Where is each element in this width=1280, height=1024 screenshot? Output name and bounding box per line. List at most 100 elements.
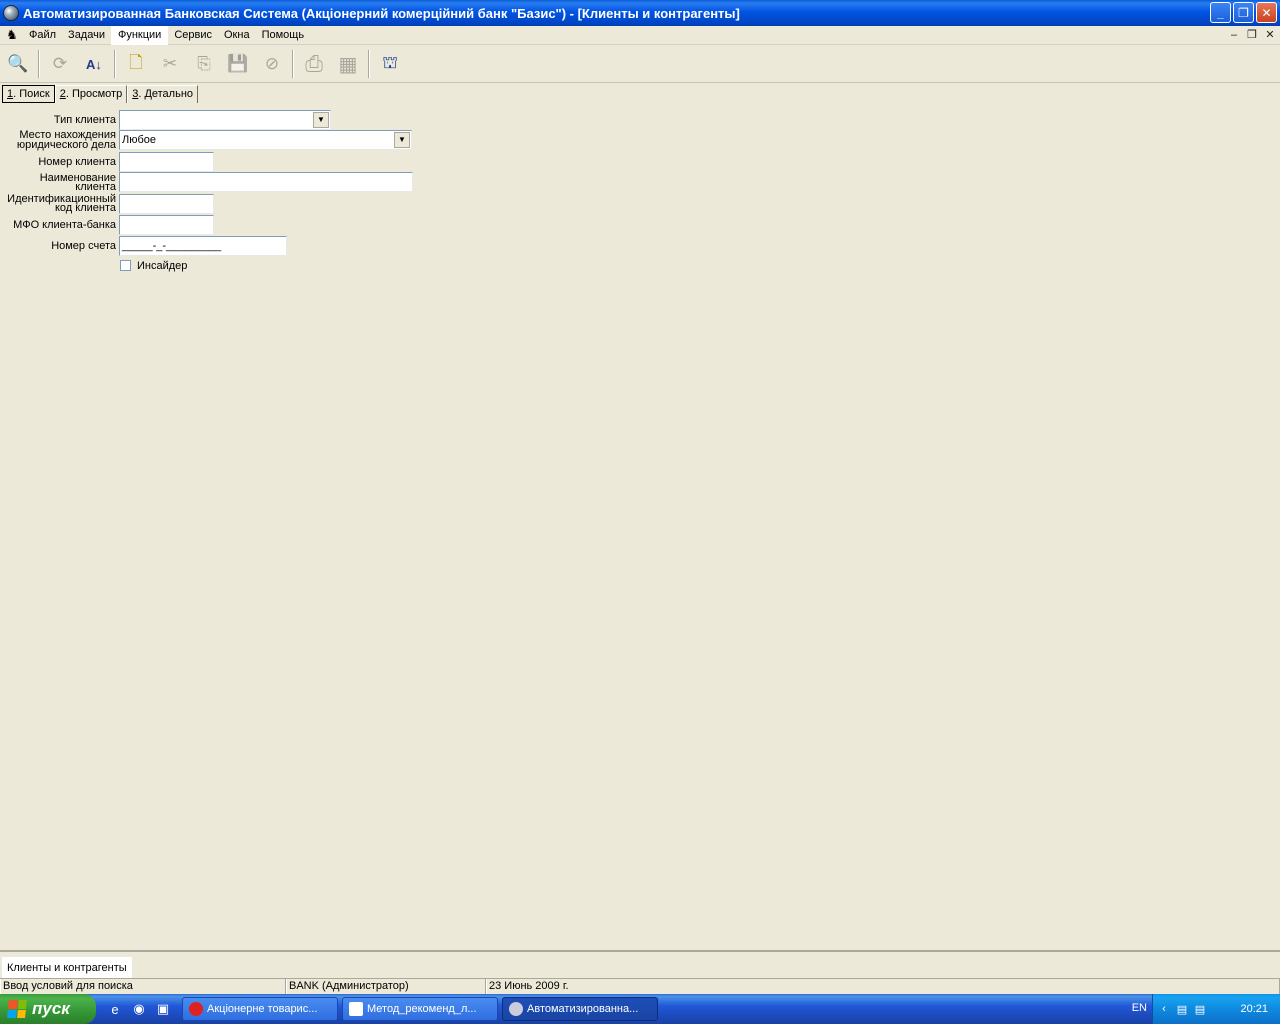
ie-browser-icon[interactable]: e [106, 1000, 124, 1018]
cut-button[interactable]: ✂ [156, 50, 184, 78]
search-tool-button[interactable]: 🔍 [4, 50, 32, 78]
window-title: Автоматизированная Банковская Система (А… [23, 5, 740, 21]
taskbar-button-label: Акціонерне товарис... [207, 1003, 318, 1015]
network-icon[interactable]: ▤ [1175, 1002, 1189, 1016]
client-type-combo[interactable]: ▼ [119, 110, 331, 130]
mdi-restore-icon[interactable]: ❐ [1244, 27, 1260, 42]
window-controls: _ ❐ ✕ [1210, 2, 1277, 23]
title-bar: Автоматизированная Банковская Система (А… [0, 0, 1280, 26]
exit-button[interactable]: ⛫ [376, 50, 404, 78]
chevron-down-icon[interactable]: ▼ [394, 132, 410, 148]
client-name-input[interactable] [119, 172, 413, 192]
account-number-label: Номер счета [51, 240, 116, 252]
cancel-icon: ⊘ [264, 54, 280, 73]
new-document-button[interactable]: 🗋 [122, 50, 150, 78]
menu-tasks[interactable]: Задачи [62, 27, 111, 44]
status-date: 23 Июнь 2009 г. [486, 979, 1280, 994]
network-icon-2[interactable]: ▤ [1193, 1002, 1207, 1016]
calculator-icon: ▦ [338, 53, 358, 76]
word-document-icon [349, 1002, 363, 1016]
toolbar-separator [292, 50, 294, 78]
taskbar-button-abs[interactable]: Автоматизированна... [502, 997, 658, 1021]
menu-windows[interactable]: Окна [218, 27, 256, 44]
menu-help[interactable]: Помощь [256, 27, 311, 44]
tab-search-label: . Поиск [13, 88, 50, 100]
bank-mfo-input[interactable] [119, 215, 214, 235]
cancel-button[interactable]: ⊘ [258, 50, 286, 78]
menu-file[interactable]: Файл [23, 27, 62, 44]
app-globe-icon [3, 5, 19, 21]
tab-search[interactable]: 1. Поиск [2, 85, 55, 103]
client-number-label: Номер клиента [38, 156, 116, 168]
mdi-controls: – ❐ ✕ [1226, 27, 1278, 42]
start-button[interactable]: пуск [0, 994, 96, 1024]
windows-taskbar: пуск e ◉ ▣ Акціонерне товарис... Метод_р… [0, 994, 1280, 1024]
tray-expand-icon[interactable]: ‹ [1157, 1002, 1171, 1016]
cut-icon: ✂ [162, 54, 178, 73]
legal-location-combo[interactable]: Любое ▼ [119, 130, 412, 150]
legal-location-value: Любое [122, 134, 157, 146]
toolbar-separator [38, 50, 40, 78]
toolbar: 🔍 ⟳ A↓ 🗋 ✂ ⎘ 💾 ⊘ ⎙ ▦ ⛫ [0, 46, 1280, 83]
mdi-close-icon[interactable]: ✕ [1262, 27, 1278, 42]
insider-label: Инсайдер [137, 260, 188, 272]
show-desktop-icon[interactable]: ▣ [154, 1000, 172, 1018]
copy-icon: ⎘ [197, 54, 211, 73]
refresh-button[interactable]: ⟳ [46, 50, 74, 78]
id-code-input[interactable] [119, 194, 214, 214]
language-indicator[interactable]: EN [1132, 1002, 1147, 1014]
account-number-input[interactable]: _____-_-_________ [119, 236, 287, 256]
tab-detail-label: . Детально [138, 88, 194, 100]
media-player-icon[interactable]: ◉ [130, 1000, 148, 1018]
mdi-child-icon[interactable]: ♞ [3, 27, 21, 43]
legal-location-label-line2: юридического дела [16, 139, 116, 151]
restore-button[interactable]: ❐ [1233, 2, 1254, 23]
save-button[interactable]: 💾 [224, 50, 252, 78]
print-icon: ⎙ [305, 51, 323, 76]
tab-detail[interactable]: 3. Детально [127, 85, 199, 103]
status-bar: Ввод условий для поиска BANK (Администра… [0, 978, 1280, 994]
chevron-down-icon[interactable]: ▼ [313, 112, 329, 128]
menu-service[interactable]: Сервис [168, 27, 218, 44]
sort-az-icon: A↓ [86, 56, 102, 72]
toolbar-separator [114, 50, 116, 78]
calculator-button[interactable]: ▦ [334, 50, 362, 78]
tab-view[interactable]: 2. Просмотр [54, 85, 128, 103]
client-type-label: Тип клиента [53, 114, 116, 126]
quick-launch: e ◉ ▣ [106, 1000, 172, 1018]
copy-button[interactable]: ⎘ [190, 50, 218, 78]
mdi-minimize-icon[interactable]: – [1226, 27, 1242, 42]
status-user: BANK (Администратор) [286, 979, 486, 994]
tab-view-label: . Просмотр [65, 88, 123, 100]
clock[interactable]: 20:21 [1240, 1003, 1268, 1015]
exit-door-icon: ⛫ [382, 53, 398, 72]
close-button[interactable]: ✕ [1256, 2, 1277, 23]
app-globe-icon [509, 1002, 523, 1016]
id-code-label-line2: код клиента [54, 202, 116, 214]
toolbar-separator [368, 50, 370, 78]
taskbar-button-word[interactable]: Метод_рекоменд_л... [342, 997, 498, 1021]
client-name-label-line2: клиента [75, 181, 116, 193]
tab-strip: 1. Поиск 2. Просмотр 3. Детально [2, 85, 199, 103]
windows-logo-icon [7, 1000, 27, 1018]
taskbar-button-opera[interactable]: Акціонерне товарис... [182, 997, 338, 1021]
window-task-strip: Клиенты и контрагенты [0, 950, 1280, 978]
menu-functions[interactable]: Функции [110, 25, 169, 45]
save-icon: 💾 [227, 54, 249, 73]
magnifier-icon: 🔍 [7, 54, 29, 73]
client-number-input[interactable] [119, 152, 214, 172]
opera-icon [189, 1002, 203, 1016]
taskbar-button-label: Автоматизированна... [527, 1003, 639, 1015]
menu-bar: ♞ Файл Задачи Функции Сервис Окна Помощь… [0, 25, 1280, 45]
status-hint: Ввод условий для поиска [0, 979, 286, 994]
minimize-button[interactable]: _ [1210, 2, 1231, 23]
print-button[interactable]: ⎙ [300, 50, 328, 78]
sort-button[interactable]: A↓ [80, 50, 108, 78]
start-label: пуск [32, 999, 70, 1018]
strip-item-clients[interactable]: Клиенты и контрагенты [2, 957, 132, 978]
taskbar-button-label: Метод_рекоменд_л... [367, 1003, 477, 1015]
insider-checkbox[interactable] [120, 260, 131, 271]
bank-mfo-label: МФО клиента-банка [13, 219, 116, 231]
new-document-icon: 🗋 [129, 52, 143, 72]
system-tray: ‹ ▤ ▤ 20:21 [1152, 994, 1280, 1024]
